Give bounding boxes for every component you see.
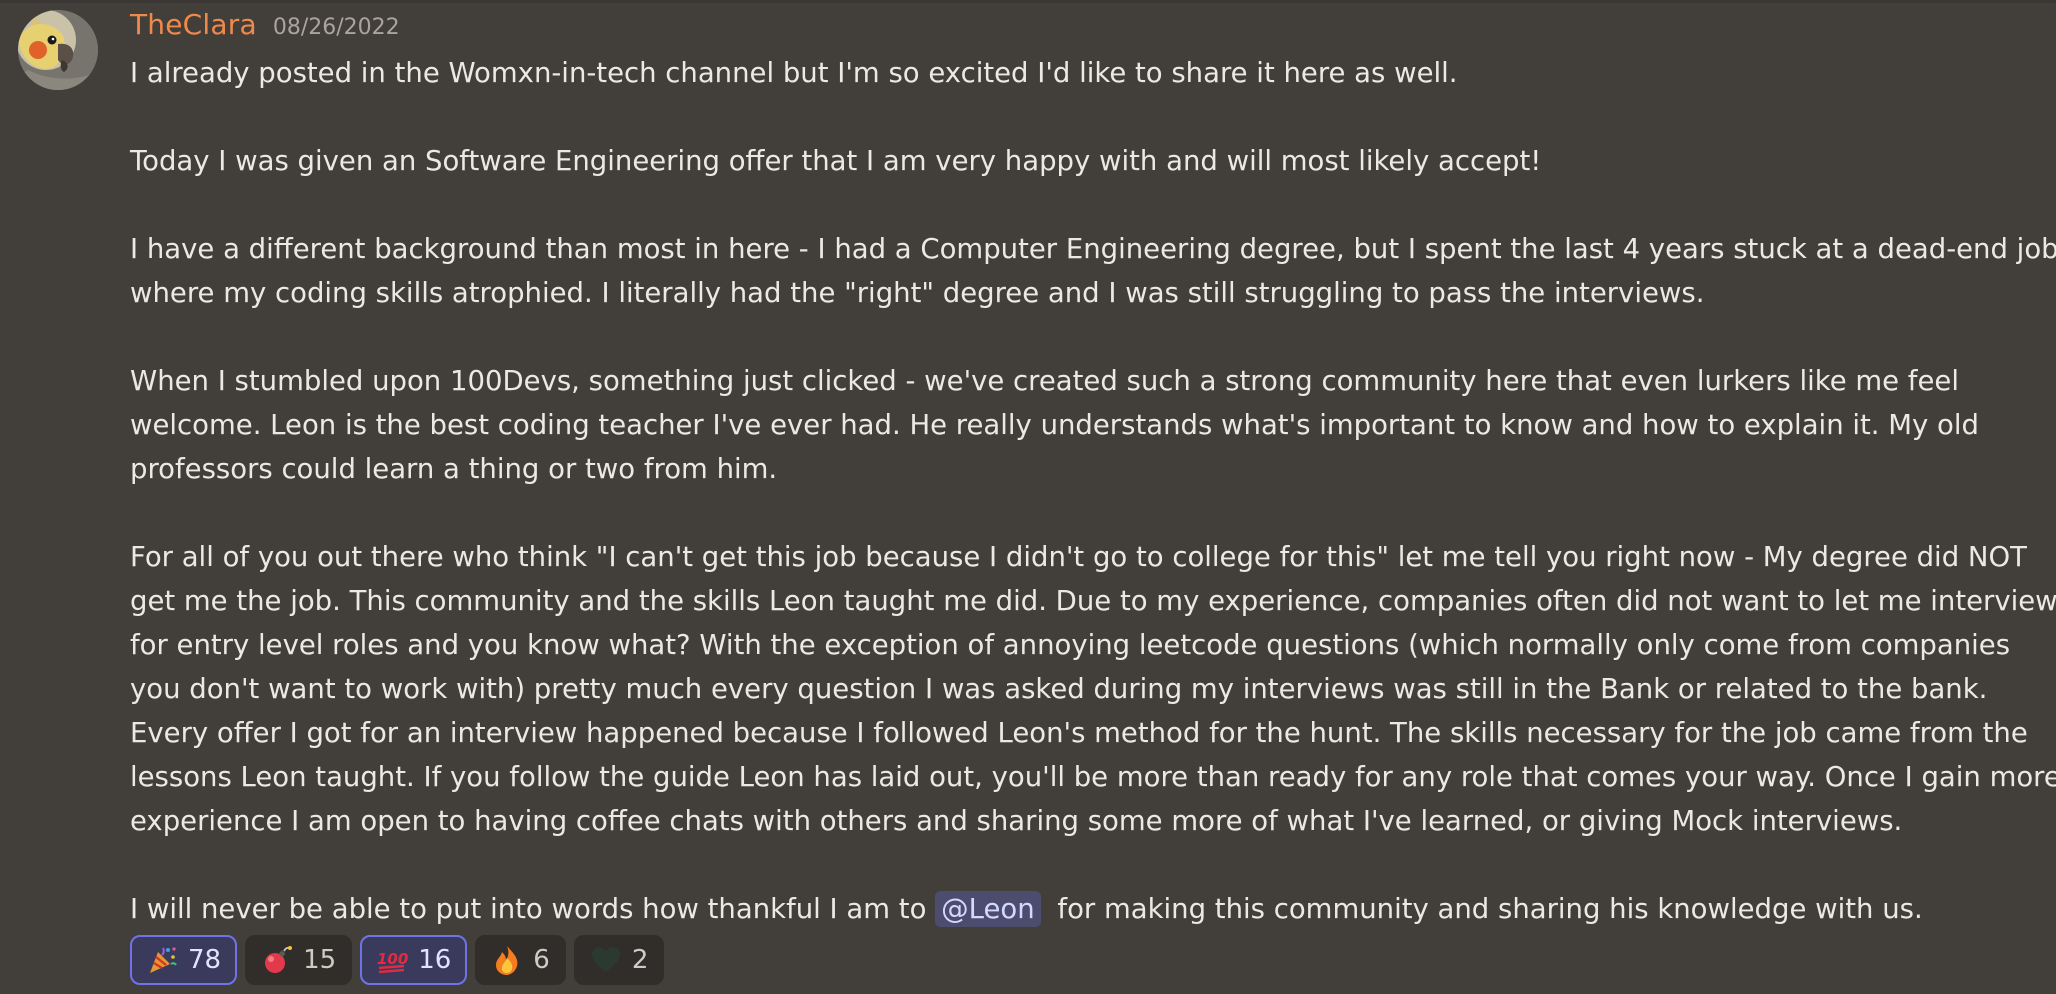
- message-paragraph: For all of you out there who think "I ca…: [130, 535, 2056, 843]
- reaction-count: 6: [533, 945, 550, 975]
- fire-icon: [491, 944, 523, 976]
- message-line: experience I am open to having coffee ch…: [130, 805, 1903, 837]
- message-paragraph-final: I will never be able to put into words h…: [130, 887, 2010, 931]
- bomb-icon: [261, 944, 293, 976]
- message-paragraph: I have a different background than most …: [130, 227, 2056, 315]
- hundred-points-icon: 100: [376, 944, 408, 976]
- message-line: get me the job. This community and the s…: [130, 585, 2056, 617]
- message-header: TheClara 08/26/2022: [130, 8, 400, 41]
- reaction-dark-heart[interactable]: 2: [573, 935, 665, 985]
- reaction-hundred-points[interactable]: 100 16: [360, 935, 468, 985]
- final-text-after: for making this community and sharing hi…: [1048, 893, 1923, 925]
- message-line: where my coding skills atrophied. I lite…: [130, 277, 1705, 309]
- author-name[interactable]: TheClara: [130, 8, 257, 41]
- reaction-fire[interactable]: 6: [475, 935, 566, 985]
- cockatiel-avatar-icon: [18, 10, 98, 90]
- message-timestamp[interactable]: 08/26/2022: [273, 15, 400, 40]
- message-line: you don't want to work with) pretty much…: [130, 673, 1988, 705]
- message-line: welcome. Leon is the best coding teacher…: [130, 409, 1979, 441]
- message-line: For all of you out there who think "I ca…: [130, 541, 2027, 573]
- message-content: I already posted in the Womxn-in-tech ch…: [130, 51, 2056, 931]
- message-line: Every offer I got for an interview happe…: [130, 717, 2028, 749]
- reaction-count: 16: [418, 945, 452, 975]
- message-line: lessons Leon taught. If you follow the g…: [130, 761, 2056, 793]
- message-line: Today I was given an Software Engineerin…: [130, 145, 1542, 177]
- message-paragraph: I already posted in the Womxn-in-tech ch…: [130, 51, 2010, 95]
- reaction-bomb[interactable]: 15: [245, 935, 353, 985]
- message-line: for entry level roles and you know what?…: [130, 629, 2011, 661]
- message-paragraph: When I stumbled upon 100Devs, something …: [130, 359, 2010, 491]
- reaction-count: 78: [188, 945, 222, 975]
- party-popper-icon: [146, 944, 178, 976]
- dark-heart-icon: [590, 944, 622, 976]
- message-paragraph: Today I was given an Software Engineerin…: [130, 139, 2010, 183]
- chat-message: TheClara 08/26/2022 I already posted in …: [0, 0, 2056, 994]
- message-line: When I stumbled upon 100Devs, something …: [130, 365, 1959, 397]
- avatar[interactable]: [18, 10, 98, 90]
- message-line: I have a different background than most …: [130, 233, 2056, 265]
- reaction-bar: 78 15 100 16 6 2: [130, 935, 665, 985]
- reaction-count: 2: [631, 945, 649, 975]
- user-mention[interactable]: @Leon: [935, 891, 1041, 927]
- message-line: professors could learn a thing or two fr…: [130, 453, 778, 485]
- reaction-party-popper[interactable]: 78: [130, 935, 238, 985]
- message-line: I already posted in the Womxn-in-tech ch…: [130, 57, 1458, 89]
- reaction-count: 15: [303, 945, 337, 975]
- final-text-before: I will never be able to put into words h…: [130, 893, 936, 925]
